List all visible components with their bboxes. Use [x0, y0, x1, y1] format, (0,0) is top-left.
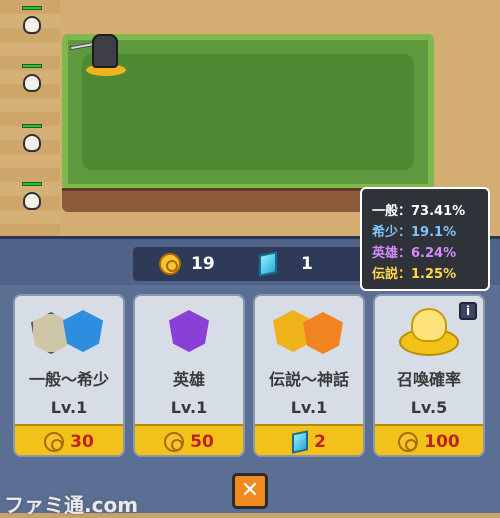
upgrade-cost-button[interactable]: 100: [375, 424, 483, 455]
enemy-minion: [21, 182, 43, 212]
close-button[interactable]: ✕: [232, 473, 268, 509]
enemy-minion: [21, 6, 43, 36]
card-title: 伝説～神話: [268, 370, 349, 389]
cost-value: 50: [190, 431, 214, 452]
legend-myth-badge-icon: [255, 302, 363, 360]
info-icon[interactable]: i: [459, 302, 477, 320]
common-rare-badge-icon: [15, 302, 123, 360]
card-summon-rate[interactable]: i 召喚確率 Lv.5 100: [373, 294, 485, 457]
hero-badge-icon: [135, 302, 243, 360]
card-level: Lv.1: [290, 398, 328, 417]
rate-hero: 英雄：6.24%: [372, 246, 457, 261]
gem-icon: [292, 429, 309, 454]
card-level: Lv.1: [50, 398, 88, 417]
enemy-minion: [21, 64, 43, 94]
summon-rate-tooltip: 一般：73.41% 希少：19.1% 英雄：6.24% 伝説：1.25%: [360, 187, 490, 291]
card-level: Lv.5: [410, 398, 448, 417]
gem-count: 1: [301, 254, 313, 274]
card-legend-myth[interactable]: 伝説～神話 Lv.1 2: [253, 294, 365, 457]
summon-cost-button[interactable]: 30: [15, 424, 123, 455]
card-title: 一般～希少: [28, 370, 109, 389]
rate-legend: 伝説：1.25%: [372, 267, 457, 282]
cost-value: 100: [424, 431, 460, 452]
rate-common: 一般：73.41%: [372, 204, 466, 219]
card-title: 英雄: [172, 370, 205, 389]
cost-value: 30: [70, 431, 94, 452]
coin-count: 19: [191, 254, 215, 274]
summon-cards: 一般～希少 Lv.1 30 英雄 Lv.1 50 伝説～神話 Lv.1 2 i …: [13, 294, 491, 459]
watermark-logo: ファミ通.com: [4, 493, 139, 517]
coin-icon: [164, 431, 185, 452]
enemy-minion: [21, 124, 43, 154]
cost-value: 2: [314, 431, 326, 452]
currency-box: 19 1: [133, 247, 367, 281]
card-title: 召喚確率: [396, 370, 461, 389]
rate-rare: 希少：19.1%: [372, 225, 457, 240]
coin-icon: [159, 253, 181, 275]
gem-icon: [259, 251, 277, 277]
coin-icon: [398, 431, 419, 452]
card-common-rare[interactable]: 一般～希少 Lv.1 30: [13, 294, 125, 457]
summon-cost-button[interactable]: 2: [255, 424, 363, 455]
card-level: Lv.1: [170, 398, 208, 417]
card-hero[interactable]: 英雄 Lv.1 50: [133, 294, 245, 457]
knight-unit[interactable]: [69, 30, 130, 78]
summon-cost-button[interactable]: 50: [135, 424, 243, 455]
coin-icon: [44, 431, 65, 452]
